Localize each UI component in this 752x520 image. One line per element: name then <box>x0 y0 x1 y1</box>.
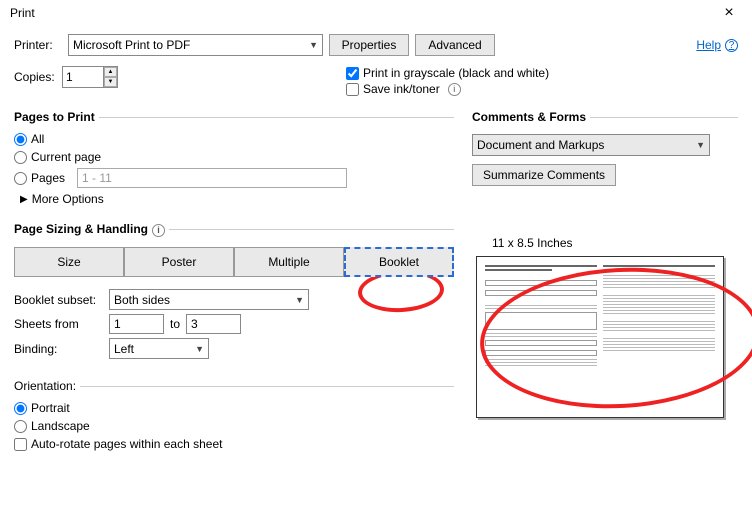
info-icon: i <box>152 224 165 237</box>
chevron-down-icon: ▼ <box>309 40 318 50</box>
printer-value: Microsoft Print to PDF <box>73 38 190 52</box>
pages-legend: Pages to Print <box>14 110 99 124</box>
info-icon: i <box>448 83 461 96</box>
pages-range-input[interactable]: 1 - 11 <box>77 168 347 188</box>
saveink-label: Save ink/toner <box>363 82 440 96</box>
advanced-button[interactable]: Advanced <box>415 34 495 56</box>
properties-button[interactable]: Properties <box>329 34 409 56</box>
preview-page-left <box>485 265 597 409</box>
booklet-subset-label: Booklet subset: <box>14 293 109 307</box>
autorotate-checkbox[interactable] <box>14 438 27 451</box>
binding-select[interactable]: Left ▼ <box>109 338 209 359</box>
print-preview: 11 x 8.5 Inches <box>472 236 722 466</box>
grayscale-checkbox[interactable] <box>346 67 359 80</box>
preview-page-right <box>603 265 715 409</box>
printer-label: Printer: <box>14 38 62 52</box>
pages-all-radio[interactable] <box>14 133 27 146</box>
chevron-down-icon: ▼ <box>295 295 304 305</box>
pages-range-radio[interactable] <box>14 172 27 185</box>
pages-current-radio[interactable] <box>14 151 27 164</box>
sheets-from-input[interactable]: 1 <box>109 314 164 334</box>
sheets-to-input[interactable]: 3 <box>186 314 241 334</box>
orientation-legend: Orientation: <box>14 379 80 393</box>
portrait-radio[interactable] <box>14 402 27 415</box>
dialog-title: Print <box>10 6 35 20</box>
printer-select[interactable]: Microsoft Print to PDF ▼ <box>68 34 323 56</box>
comments-legend: Comments & Forms <box>472 110 590 124</box>
saveink-checkbox[interactable] <box>346 83 359 96</box>
close-icon[interactable]: × <box>714 4 744 22</box>
sheets-to-label: to <box>170 317 180 331</box>
tab-multiple[interactable]: Multiple <box>234 247 344 277</box>
copies-label: Copies: <box>14 70 62 84</box>
page-sizing-group: Page Sizing & Handlingi Size Poster Mult… <box>14 222 454 373</box>
spinner-up-icon[interactable]: ▲ <box>104 67 117 77</box>
help-link[interactable]: Help ? <box>696 38 738 52</box>
preview-sheet <box>476 256 724 418</box>
sheets-from-label: Sheets from <box>14 317 109 331</box>
chevron-down-icon: ▼ <box>195 344 204 354</box>
sizing-legend: Page Sizing & Handlingi <box>14 222 169 237</box>
preview-caption: 11 x 8.5 Inches <box>492 236 722 250</box>
tab-size[interactable]: Size <box>14 247 124 277</box>
landscape-radio[interactable] <box>14 420 27 433</box>
binding-label: Binding: <box>14 342 109 356</box>
copies-spinner[interactable]: ▲▼ <box>104 66 118 88</box>
grayscale-label: Print in grayscale (black and white) <box>363 66 549 80</box>
comments-select[interactable]: Document and Markups ▼ <box>472 134 710 156</box>
pages-to-print-group: Pages to Print All Current page Pages 1 … <box>14 110 454 216</box>
help-icon: ? <box>725 39 738 52</box>
spinner-down-icon[interactable]: ▼ <box>104 77 117 87</box>
summarize-comments-button[interactable]: Summarize Comments <box>472 164 616 186</box>
copies-input[interactable]: 1 <box>62 66 104 88</box>
more-options-toggle[interactable]: ▶ More Options <box>20 192 454 206</box>
chevron-down-icon: ▼ <box>696 140 705 150</box>
orientation-group: Orientation: Portrait Landscape Auto-rot… <box>14 379 454 463</box>
comments-forms-group: Comments & Forms Document and Markups ▼ … <box>472 110 738 196</box>
triangle-right-icon: ▶ <box>20 194 28 205</box>
tab-poster[interactable]: Poster <box>124 247 234 277</box>
booklet-subset-select[interactable]: Both sides ▼ <box>109 289 309 310</box>
tab-booklet[interactable]: Booklet <box>344 247 454 277</box>
